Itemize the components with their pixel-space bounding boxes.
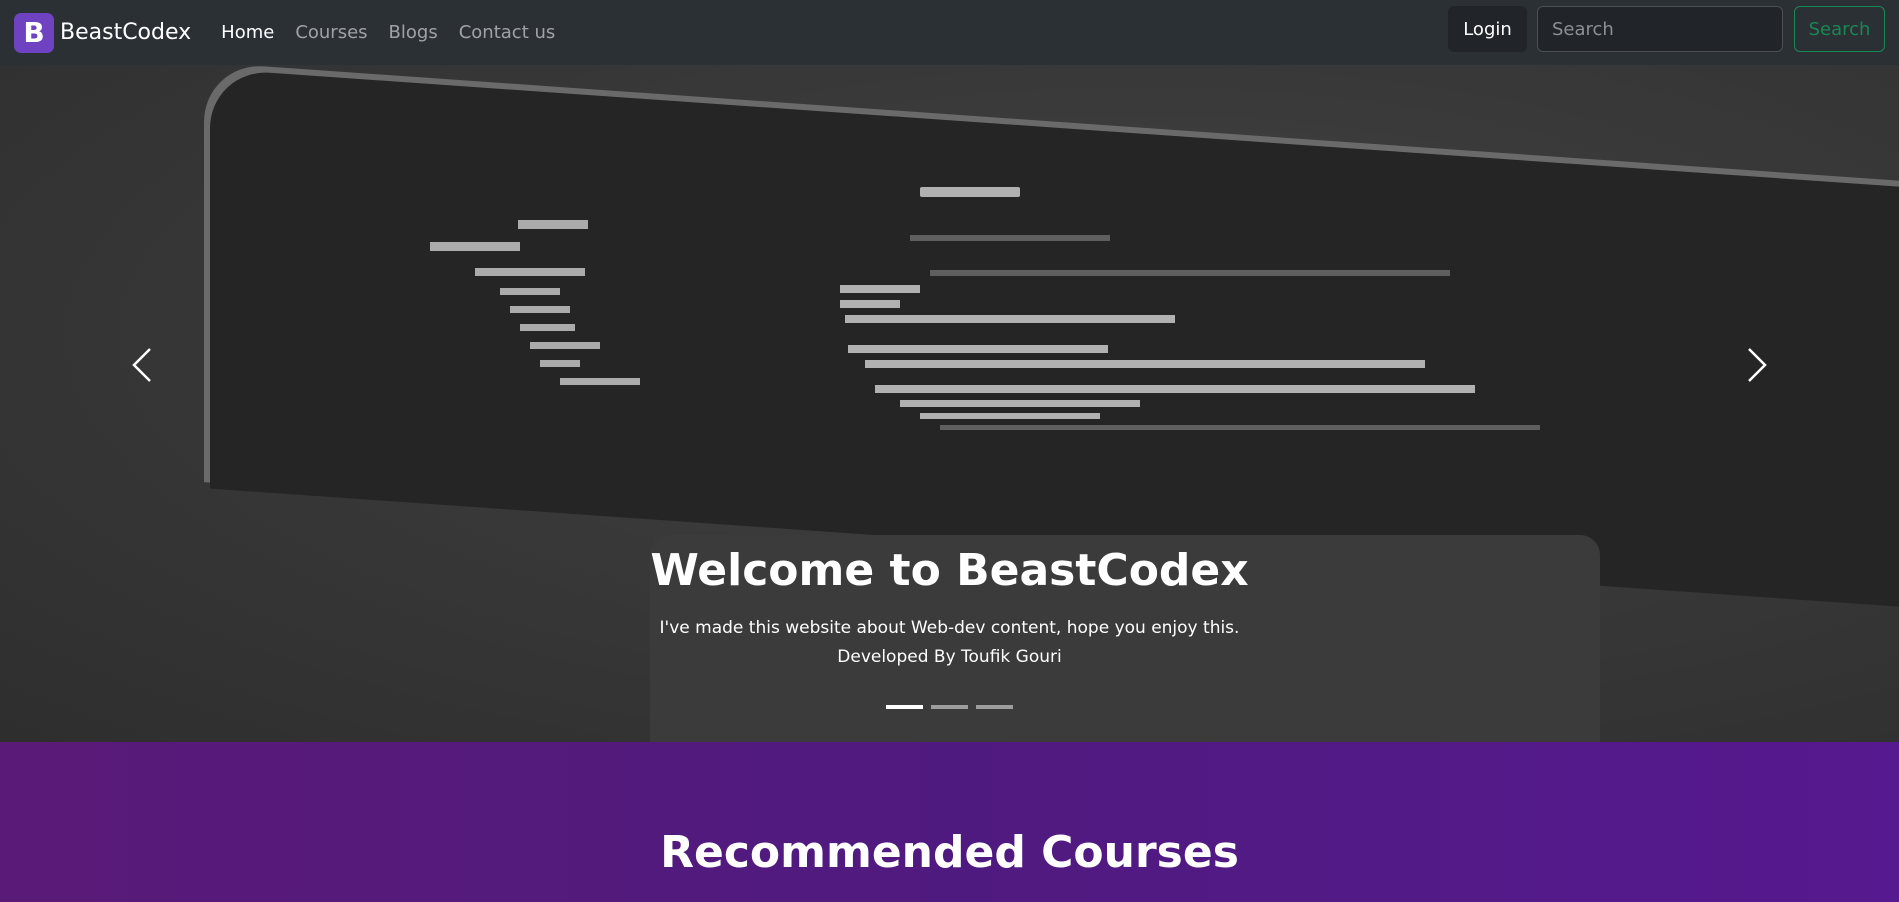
carousel-indicators: [886, 705, 1021, 709]
brand-logo-icon: B: [14, 12, 54, 53]
carousel-indicator-2[interactable]: [931, 705, 968, 709]
search-input[interactable]: [1537, 6, 1783, 52]
carousel-prev-button[interactable]: [122, 335, 162, 395]
nav-links: Home Courses Blogs Contact us: [221, 22, 576, 43]
nav-link-home[interactable]: Home: [221, 22, 274, 43]
recommended-courses-section: Recommended Courses: [0, 742, 1899, 902]
carousel-indicator-3[interactable]: [976, 705, 1013, 709]
navbar: B BeastCodex Home Courses Blogs Contact …: [0, 0, 1899, 65]
code-decoration: [840, 187, 1540, 430]
nav-right: Login Search: [1448, 6, 1885, 52]
brand[interactable]: B BeastCodex: [14, 12, 192, 53]
carousel-next-button[interactable]: [1737, 335, 1777, 395]
section-title: Recommended Courses: [660, 827, 1239, 878]
nav-link-blogs[interactable]: Blogs: [389, 22, 438, 43]
carousel-description: I've made this website about Web-dev con…: [659, 618, 1240, 638]
nav-link-courses[interactable]: Courses: [295, 22, 367, 43]
search-button[interactable]: Search: [1794, 6, 1885, 52]
file-tree-decoration: [430, 220, 640, 385]
brand-name: BeastCodex: [60, 20, 192, 45]
carousel-title: Welcome to BeastCodex: [650, 545, 1249, 596]
chevron-left-icon: [132, 348, 151, 382]
hero-carousel: Welcome to BeastCodex I've made this web…: [0, 65, 1899, 742]
carousel-indicator-1[interactable]: [886, 705, 923, 709]
chevron-right-icon: [1748, 348, 1767, 382]
carousel-author: Developed By Toufik Gouri: [837, 647, 1062, 667]
login-button[interactable]: Login: [1448, 6, 1527, 52]
nav-link-contact[interactable]: Contact us: [459, 22, 556, 43]
